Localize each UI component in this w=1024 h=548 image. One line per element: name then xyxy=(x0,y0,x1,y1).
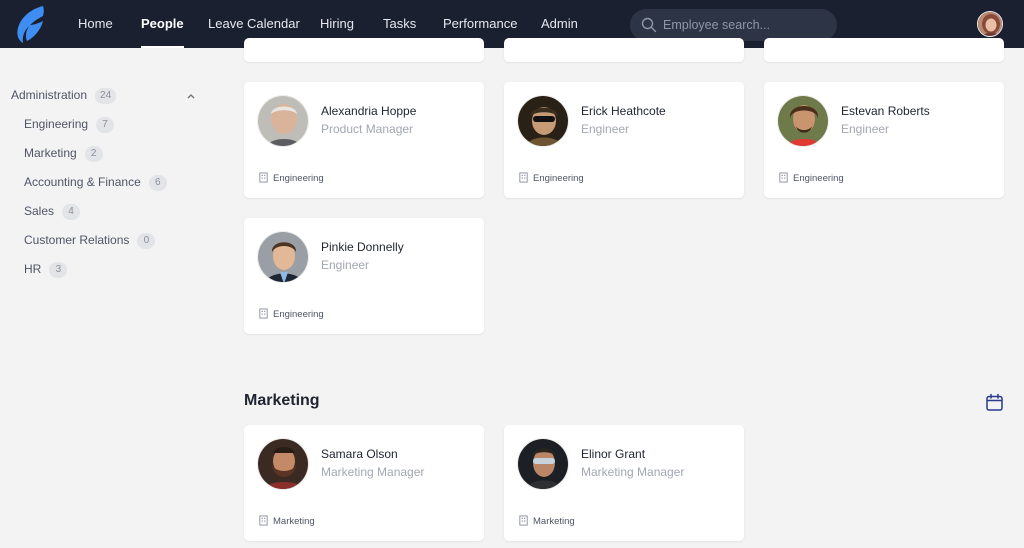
sidebar-item-customer-relations[interactable]: Customer Relations 0 xyxy=(0,227,215,256)
employee-role: Engineer xyxy=(321,258,370,272)
sidebar-item-label: Marketing xyxy=(24,146,77,160)
sidebar-item-administration[interactable]: Administration 24 xyxy=(0,82,215,111)
chevron-up-icon[interactable] xyxy=(186,91,196,101)
employee-name: Samara Olson xyxy=(321,447,398,461)
feather-logo-icon[interactable] xyxy=(13,4,49,44)
employee-card[interactable]: Samara Olson Marketing Manager Marketing xyxy=(244,425,484,541)
nav-people-label: People xyxy=(141,16,184,31)
employee-card[interactable]: Pinkie Donnelly Engineer Engineering xyxy=(244,218,484,334)
nav-hiring-label: Hiring xyxy=(320,16,354,31)
nav-admin-label: Admin xyxy=(541,16,578,31)
department-tag: Marketing xyxy=(258,515,315,527)
employee-name: Erick Heathcote xyxy=(581,104,666,118)
nav-leave-calendar-label: Leave Calendar xyxy=(208,16,300,31)
department-label: Marketing xyxy=(533,516,575,527)
employee-name: Alexandria Hoppe xyxy=(321,104,417,118)
sidebar-item-label: Sales xyxy=(24,204,55,218)
sidebar-item-label: Customer Relations xyxy=(24,233,130,247)
department-label: Engineering xyxy=(273,173,324,184)
employee-role: Marketing Manager xyxy=(321,465,425,479)
employee-photo xyxy=(777,95,829,147)
sidebar-item-marketing[interactable]: Marketing 2 xyxy=(0,140,215,169)
count-badge: 6 xyxy=(148,175,167,191)
employee-card[interactable]: Estevan Roberts Engineer Engineering xyxy=(764,82,1004,198)
employee-card-partial[interactable] xyxy=(764,38,1004,62)
nav-home-label: Home xyxy=(78,16,113,31)
employee-card-partial[interactable] xyxy=(504,38,744,62)
employee-photo xyxy=(257,231,309,283)
department-tag: Engineering xyxy=(518,172,584,184)
search-icon xyxy=(641,17,657,33)
employee-name: Estevan Roberts xyxy=(841,104,930,118)
department-tag: Marketing xyxy=(518,515,575,527)
count-badge: 7 xyxy=(96,117,115,133)
employee-name: Elinor Grant xyxy=(581,447,646,461)
employee-photo xyxy=(517,95,569,147)
nav-performance-label: Performance xyxy=(443,16,518,31)
employee-card[interactable]: Alexandria Hoppe Product Manager Enginee… xyxy=(244,82,484,198)
count-badge: 2 xyxy=(84,146,103,162)
count-badge: 0 xyxy=(137,233,156,249)
sidebar-item-sales[interactable]: Sales 4 xyxy=(0,198,215,227)
count-badge: 24 xyxy=(95,88,117,104)
department-label: Marketing xyxy=(273,516,315,527)
department-tag: Engineering xyxy=(778,172,844,184)
count-badge: 4 xyxy=(62,204,81,220)
nav-people[interactable]: People xyxy=(141,0,184,48)
employee-role: Engineer xyxy=(841,122,890,136)
sidebar-item-label: Administration xyxy=(11,88,88,102)
calendar-icon[interactable] xyxy=(985,393,1004,412)
nav-home[interactable]: Home xyxy=(78,0,113,48)
employee-role: Marketing Manager xyxy=(581,465,685,479)
user-avatar[interactable] xyxy=(977,11,1003,37)
department-label: Engineering xyxy=(793,173,844,184)
building-icon xyxy=(259,172,268,183)
building-icon xyxy=(779,172,788,183)
department-tag: Engineering xyxy=(258,172,324,184)
sidebar-item-hr[interactable]: HR 3 xyxy=(0,256,215,285)
user-avatar-image xyxy=(978,12,1002,36)
building-icon xyxy=(519,172,528,183)
employee-search-input[interactable] xyxy=(663,9,831,41)
department-label: Engineering xyxy=(273,309,324,320)
employee-card-partial[interactable] xyxy=(244,38,484,62)
nav-tasks-label: Tasks xyxy=(383,16,417,31)
sidebar-item-label: Accounting & Finance xyxy=(24,175,141,189)
building-icon xyxy=(519,515,528,526)
employee-card[interactable]: Erick Heathcote Engineer Engineering xyxy=(504,82,744,198)
employee-search[interactable] xyxy=(630,9,837,41)
department-tag: Engineering xyxy=(258,308,324,320)
employee-photo xyxy=(257,438,309,490)
count-badge: 3 xyxy=(49,262,68,278)
employee-photo xyxy=(517,438,569,490)
building-icon xyxy=(259,515,268,526)
department-sidebar: Administration 24 Engineering 7 Marketing 2… xyxy=(0,48,215,548)
sidebar-item-engineering[interactable]: Engineering 7 xyxy=(0,111,215,140)
employee-name: Pinkie Donnelly xyxy=(321,240,404,254)
sidebar-item-label: HR xyxy=(24,262,42,276)
sidebar-item-label: Engineering xyxy=(24,117,89,131)
building-icon xyxy=(259,308,268,319)
employee-photo xyxy=(257,95,309,147)
employee-role: Product Manager xyxy=(321,122,414,136)
employee-card[interactable]: Elinor Grant Marketing Manager Marketing xyxy=(504,425,744,541)
employee-role: Engineer xyxy=(581,122,630,136)
section-title-marketing: Marketing xyxy=(244,392,320,409)
department-label: Engineering xyxy=(533,173,584,184)
sidebar-item-accounting-finance[interactable]: Accounting & Finance 6 xyxy=(0,169,215,198)
